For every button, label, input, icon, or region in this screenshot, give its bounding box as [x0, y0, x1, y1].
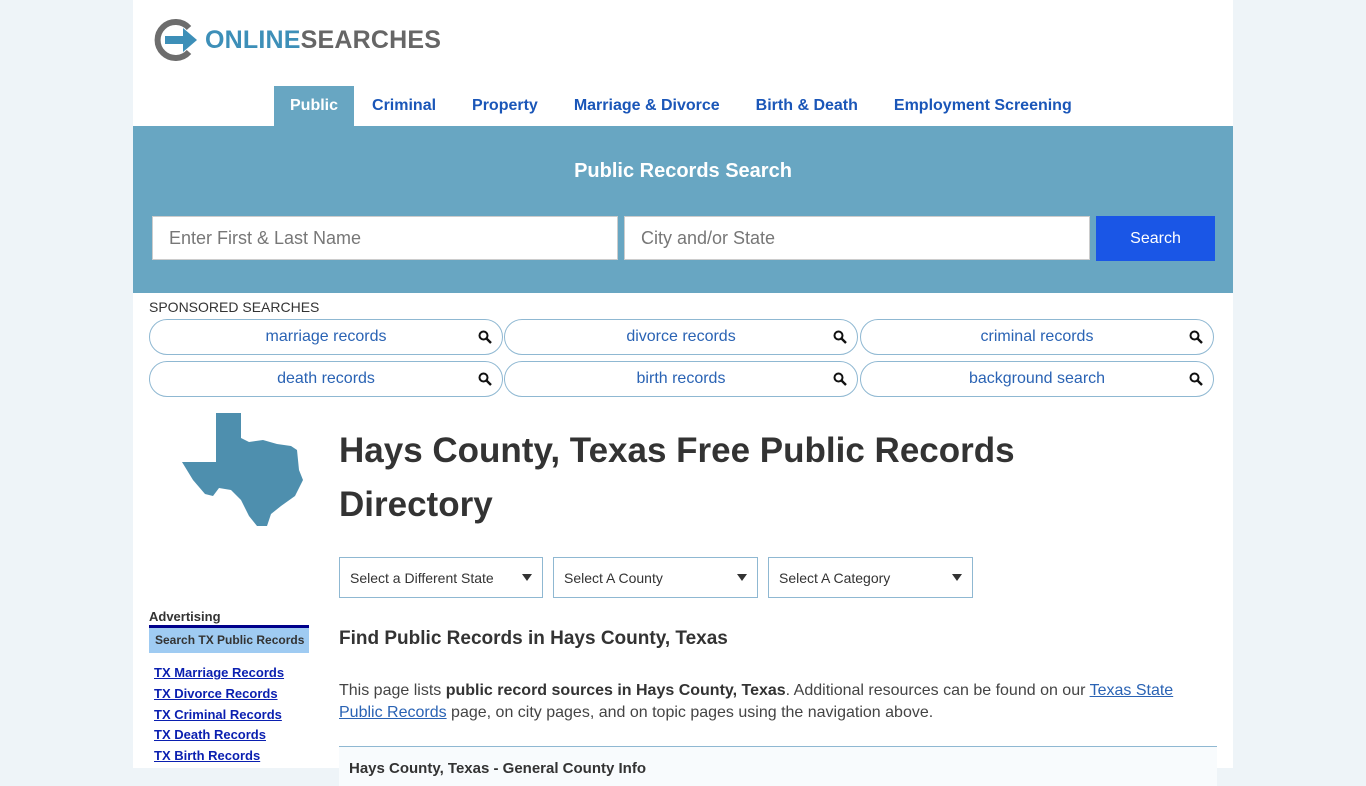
sidebar-link-criminal[interactable]: TX Criminal Records	[154, 707, 282, 722]
caret-down-icon	[522, 574, 532, 581]
pill-label: birth records	[636, 370, 726, 387]
city-state-input[interactable]	[624, 216, 1090, 260]
sidebar-link-marriage[interactable]: TX Marriage Records	[154, 665, 284, 680]
category-select-value: Select A Category	[779, 569, 891, 586]
nav-criminal[interactable]: Criminal	[354, 86, 454, 126]
pill-label: criminal records	[980, 328, 1094, 345]
page-title: Hays County, Texas Free Public Records D…	[339, 431, 1015, 524]
county-select-value: Select A County	[564, 569, 663, 586]
pill-label: background search	[968, 370, 1106, 387]
site-logo[interactable]: ONLINESEARCHES	[153, 18, 441, 62]
nav-birth-death[interactable]: Birth & Death	[738, 86, 876, 126]
sponsored-death-records[interactable]: death records	[149, 361, 503, 397]
pill-label: death records	[277, 370, 375, 387]
advertising-label: Advertising	[149, 609, 221, 624]
state-select-value: Select a Different State	[350, 569, 494, 586]
sidebar-link-death[interactable]: TX Death Records	[154, 727, 266, 742]
sponsored-birth-records[interactable]: birth records	[504, 361, 858, 397]
search-button[interactable]: Search	[1096, 216, 1215, 261]
caret-down-icon	[737, 574, 747, 581]
nav-marriage-divorce[interactable]: Marriage & Divorce	[556, 86, 738, 126]
caret-down-icon	[952, 574, 962, 581]
search-icon	[833, 330, 847, 344]
pill-label: marriage records	[265, 328, 387, 345]
county-select[interactable]: Select A County	[553, 557, 758, 598]
category-select[interactable]: Select A Category	[768, 557, 973, 598]
logo-searches-text: SEARCHES	[300, 25, 442, 54]
sponsored-label: SPONSORED SEARCHES	[149, 299, 320, 315]
general-county-info-box: Hays County, Texas - General County Info	[339, 746, 1217, 786]
search-icon	[1189, 330, 1203, 344]
sponsored-divorce-records[interactable]: divorce records	[504, 319, 858, 355]
state-select[interactable]: Select a Different State	[339, 557, 543, 598]
logo-arrow-icon	[154, 19, 197, 61]
main-nav: Public Criminal Property Marriage & Divo…	[274, 86, 1090, 126]
sponsored-marriage-records[interactable]: marriage records	[149, 319, 503, 355]
search-icon	[478, 330, 492, 344]
page-container: ONLINESEARCHES Public Criminal Property …	[133, 0, 1233, 786]
search-banner: Public Records Search Search	[133, 126, 1233, 293]
nav-employment-screening[interactable]: Employment Screening	[876, 86, 1090, 126]
texas-map-icon	[182, 413, 303, 526]
logo-online-text: ONLINE	[205, 25, 301, 54]
sponsored-background-search[interactable]: background search	[860, 361, 1214, 397]
sidebar-heading: Search TX Public Records	[149, 625, 309, 653]
search-icon	[1189, 372, 1203, 386]
sidebar-link-divorce[interactable]: TX Divorce Records	[154, 686, 278, 701]
intro-paragraph: This page lists public record sources in…	[339, 682, 1174, 721]
search-icon	[478, 372, 492, 386]
pill-label: divorce records	[626, 328, 736, 345]
name-input[interactable]	[152, 216, 618, 260]
section-heading: Find Public Records in Hays County, Texa…	[339, 628, 728, 649]
sidebar-link-birth[interactable]: TX Birth Records	[154, 748, 260, 763]
search-icon	[833, 372, 847, 386]
nav-property[interactable]: Property	[454, 86, 556, 126]
info-box-title: Hays County, Texas - General County Info	[349, 760, 646, 777]
sponsored-criminal-records[interactable]: criminal records	[860, 319, 1214, 355]
nav-public[interactable]: Public	[274, 86, 355, 126]
banner-title: Public Records Search	[574, 160, 792, 182]
